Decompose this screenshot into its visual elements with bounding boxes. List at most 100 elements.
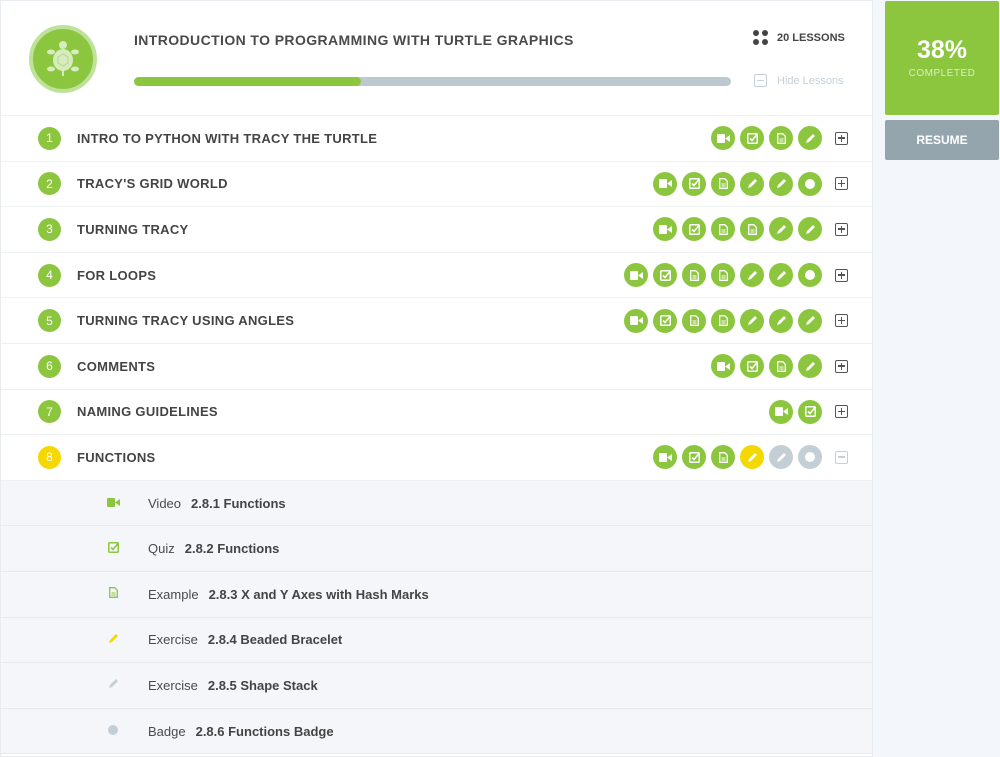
pencil-icon[interactable] xyxy=(740,445,764,470)
video-icon[interactable] xyxy=(624,263,648,288)
lesson-title: TRACY'S GRID WORLD xyxy=(77,176,228,192)
pencil-icon xyxy=(105,678,121,692)
grid-dots-icon xyxy=(753,30,768,45)
pencil-icon[interactable] xyxy=(769,445,793,470)
quiz-icon[interactable] xyxy=(682,171,706,196)
lesson-item-row[interactable]: Quiz 2.8.2 Functions xyxy=(1,526,872,572)
lesson-row[interactable]: 6 COMMENTS xyxy=(1,344,872,390)
pencil-icon[interactable] xyxy=(798,126,822,151)
item-title[interactable]: 2.8.6 Functions Badge xyxy=(196,724,334,739)
item-title[interactable]: 2.8.4 Beaded Bracelet xyxy=(208,632,342,647)
doc-icon[interactable] xyxy=(769,354,793,379)
expand-icon[interactable] xyxy=(835,131,848,145)
pencil-icon[interactable] xyxy=(798,217,822,242)
doc-icon[interactable] xyxy=(740,217,764,242)
pencil-icon[interactable] xyxy=(740,308,764,333)
badge-icon[interactable] xyxy=(798,445,822,470)
pencil-icon[interactable] xyxy=(798,354,822,379)
lesson-list: 1 INTRO TO PYTHON WITH TRACY THE TURTLE 2 T… xyxy=(1,116,872,481)
doc-icon[interactable] xyxy=(682,308,706,333)
video-icon[interactable] xyxy=(711,354,735,379)
lesson-number: 6 xyxy=(38,354,61,378)
lesson-items xyxy=(711,126,848,151)
quiz-icon[interactable] xyxy=(740,354,764,379)
expand-icon[interactable] xyxy=(835,268,848,282)
video-icon[interactable] xyxy=(653,445,677,470)
lesson-item-row[interactable]: Badge 2.8.6 Functions Badge xyxy=(1,708,872,755)
video-icon[interactable] xyxy=(653,217,677,242)
doc-icon[interactable] xyxy=(711,263,735,288)
doc-icon[interactable] xyxy=(769,126,793,151)
pencil-icon[interactable] xyxy=(798,308,822,333)
badge-icon[interactable] xyxy=(798,171,822,196)
pencil-icon[interactable] xyxy=(769,217,793,242)
lesson-items xyxy=(653,171,848,196)
badge-icon[interactable] xyxy=(798,263,822,288)
expand-icon[interactable] xyxy=(835,222,848,236)
doc-icon[interactable] xyxy=(711,217,735,242)
lesson-item-row[interactable]: Example 2.8.3 X and Y Axes with Hash Mark… xyxy=(1,571,872,618)
expand-icon[interactable] xyxy=(835,314,848,328)
course-card: INTRODUCTION TO PROGRAMMING WITH TURTLE … xyxy=(0,0,873,757)
quiz-icon[interactable] xyxy=(798,399,822,424)
resume-button[interactable]: RESUME xyxy=(885,120,999,160)
item-title[interactable]: 2.8.3 X and Y Axes with Hash Marks xyxy=(209,587,429,602)
video-icon xyxy=(105,496,121,510)
lesson-item-row[interactable]: Exercise 2.8.5 Shape Stack xyxy=(1,663,872,709)
doc-icon[interactable] xyxy=(711,308,735,333)
pencil-icon[interactable] xyxy=(769,263,793,288)
hide-lessons-label: Hide Lessons xyxy=(777,74,844,87)
video-icon[interactable] xyxy=(653,171,677,196)
lesson-row[interactable]: 3 TURNING TRACY xyxy=(1,207,872,253)
lesson-title: FUNCTIONS xyxy=(77,449,156,465)
collapse-icon[interactable] xyxy=(835,450,848,464)
lessons-count-label: 20 LESSONS xyxy=(777,31,845,44)
item-title[interactable]: 2.8.2 Functions xyxy=(185,541,280,556)
item-type: Exercise xyxy=(148,677,198,693)
item-type: Quiz xyxy=(148,541,175,557)
lesson-title: TURNING TRACY xyxy=(77,221,189,237)
lesson-row[interactable]: 8 FUNCTIONS xyxy=(1,435,872,481)
item-title[interactable]: 2.8.5 Shape Stack xyxy=(208,678,318,693)
hide-lessons-button[interactable]: Hide Lessons xyxy=(754,74,844,87)
doc-icon[interactable] xyxy=(682,263,706,288)
expand-icon[interactable] xyxy=(835,405,848,419)
quiz-icon[interactable] xyxy=(682,445,706,470)
lesson-row[interactable]: 7 NAMING GUIDELINES xyxy=(1,390,872,436)
turtle-logo-icon xyxy=(29,25,97,93)
pencil-icon[interactable] xyxy=(769,171,793,196)
quiz-icon[interactable] xyxy=(740,126,764,151)
video-icon[interactable] xyxy=(624,308,648,333)
minus-box-icon xyxy=(754,74,767,87)
lesson-row[interactable]: 5 TURNING TRACY USING ANGLES xyxy=(1,298,872,344)
lesson-title: NAMING GUIDELINES xyxy=(77,404,218,420)
lesson-title: TURNING TRACY USING ANGLES xyxy=(77,313,295,329)
expand-icon[interactable] xyxy=(835,359,848,373)
doc-icon[interactable] xyxy=(711,445,735,470)
course-header: INTRODUCTION TO PROGRAMMING WITH TURTLE … xyxy=(1,1,872,116)
lesson-item-row[interactable]: Video 2.8.1 Functions xyxy=(1,480,872,527)
lesson-row[interactable]: 2 TRACY'S GRID WORLD xyxy=(1,162,872,208)
video-icon[interactable] xyxy=(769,399,793,424)
badge-icon xyxy=(105,724,121,739)
item-type: Video xyxy=(148,495,182,511)
pencil-icon[interactable] xyxy=(740,171,764,196)
video-icon[interactable] xyxy=(711,126,735,151)
lesson-number: 1 xyxy=(38,126,61,150)
lesson-item-row[interactable]: Exercise 2.8.4 Beaded Bracelet xyxy=(1,617,872,664)
lesson-row[interactable]: 1 INTRO TO PYTHON WITH TRACY THE TURTLE xyxy=(1,116,872,162)
lesson-items xyxy=(624,263,848,288)
item-title[interactable]: 2.8.1 Functions xyxy=(191,496,286,511)
lessons-count: 20 LESSONS xyxy=(753,30,845,45)
expand-icon[interactable] xyxy=(835,177,848,191)
pencil-icon[interactable] xyxy=(740,263,764,288)
doc-icon xyxy=(105,587,121,601)
quiz-icon[interactable] xyxy=(653,263,677,288)
lesson-items xyxy=(769,399,848,424)
lesson-row[interactable]: 4 FOR LOOPS xyxy=(1,253,872,299)
quiz-icon[interactable] xyxy=(653,308,677,333)
doc-icon[interactable] xyxy=(711,171,735,196)
quiz-icon[interactable] xyxy=(682,217,706,242)
pencil-icon[interactable] xyxy=(769,308,793,333)
item-type: Example xyxy=(148,586,199,602)
